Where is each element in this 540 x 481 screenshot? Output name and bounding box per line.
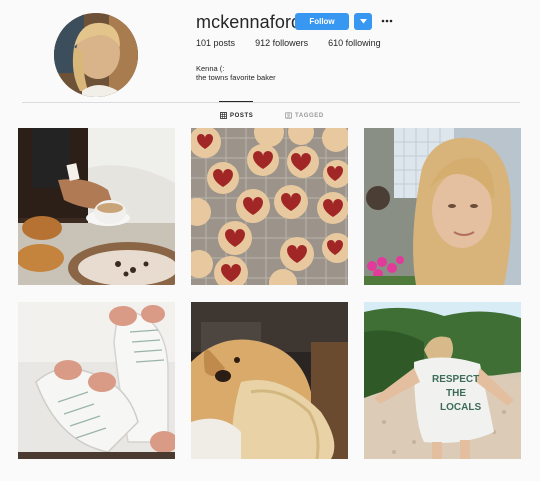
post-thumbnail-beach[interactable]: RESPECT THE LOCALS xyxy=(364,302,521,459)
profile-avatar[interactable] xyxy=(54,13,138,97)
active-tab-indicator xyxy=(219,101,253,102)
chevron-down-icon xyxy=(359,19,367,24)
grid-icon xyxy=(220,112,227,119)
following-stat[interactable]: 610 following xyxy=(328,38,381,48)
tag-icon xyxy=(285,112,292,119)
following-count: 610 xyxy=(328,38,344,48)
tabs-divider xyxy=(22,102,520,103)
post-thumbnail-golden-retriever[interactable] xyxy=(191,302,348,459)
post-thumbnail-cookies[interactable] xyxy=(191,128,348,285)
tab-tagged[interactable]: TAGGED xyxy=(285,112,324,119)
follow-button[interactable]: Follow xyxy=(295,13,349,30)
more-options-button[interactable] xyxy=(380,14,394,28)
posts-stat: 101 posts xyxy=(196,38,235,48)
followers-count: 912 xyxy=(255,38,271,48)
followers-label: followers xyxy=(272,38,309,48)
following-label: following xyxy=(345,38,381,48)
profile-stats: 101 posts 912 followers 610 following xyxy=(196,38,401,48)
tab-posts[interactable]: POSTS xyxy=(220,112,253,119)
more-dots-icon xyxy=(381,19,393,23)
tab-tagged-label: TAGGED xyxy=(295,112,324,119)
posts-label: posts xyxy=(213,38,236,48)
suggestions-dropdown-button[interactable] xyxy=(354,13,372,30)
profile-full-name: Kenna (: xyxy=(196,64,225,73)
profile-bio: the towns favorite baker xyxy=(196,73,276,82)
post-thumbnail-cafe[interactable] xyxy=(18,128,175,285)
post-thumbnail-roller-skates[interactable] xyxy=(18,302,175,459)
profile-username: mckennaford xyxy=(196,12,302,32)
tab-posts-label: POSTS xyxy=(230,112,254,119)
post-thumbnail-selfie[interactable] xyxy=(364,128,521,285)
posts-count: 101 xyxy=(196,38,212,48)
followers-stat[interactable]: 912 followers xyxy=(255,38,308,48)
